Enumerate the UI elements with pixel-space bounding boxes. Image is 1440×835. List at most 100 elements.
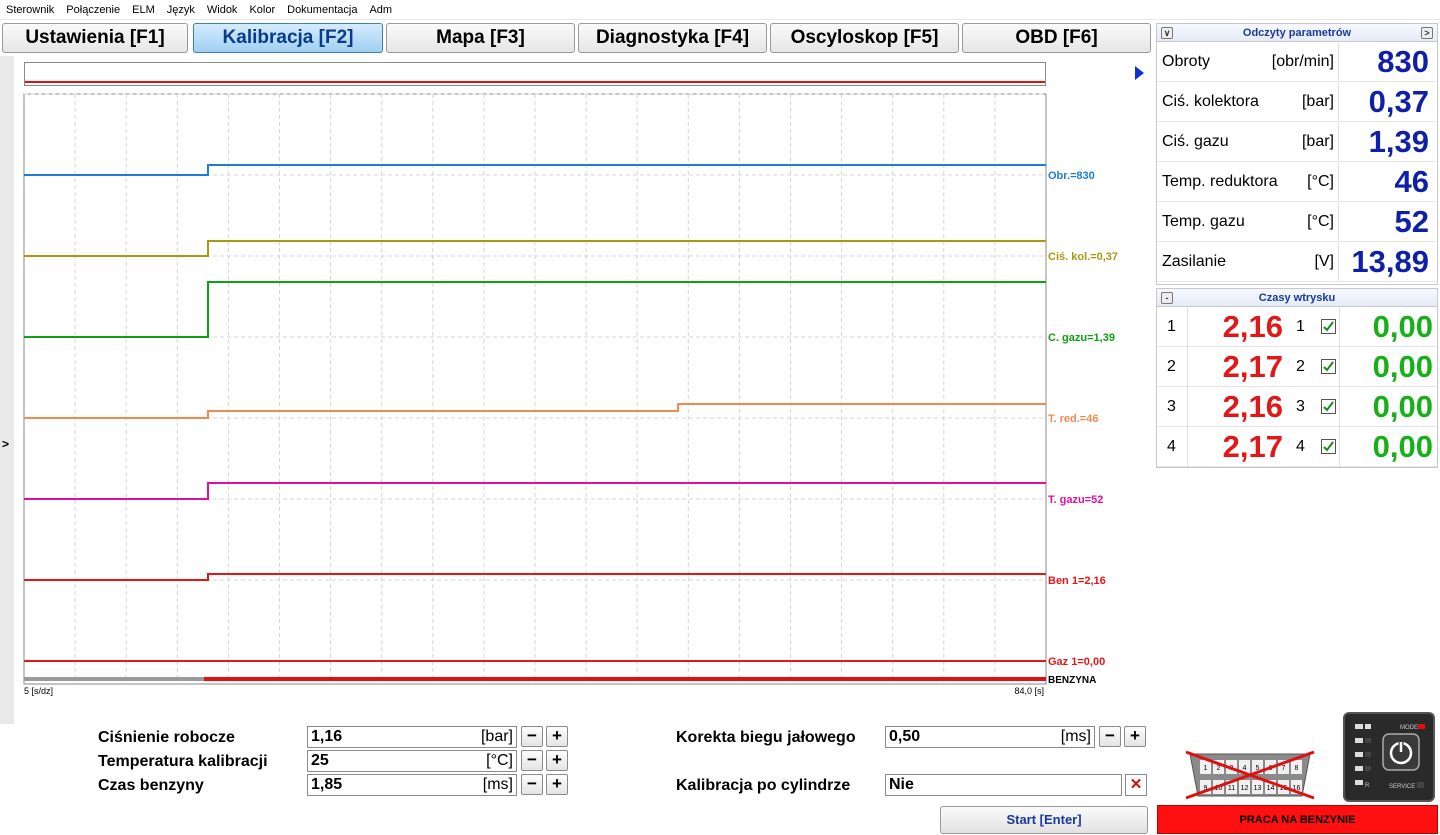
obd-pin-label: 8	[1295, 765, 1299, 772]
gas-injection-time: 0,00	[1339, 307, 1433, 347]
working-pressure-plus-button[interactable]: +	[546, 726, 568, 747]
calibration-temp-plus-button[interactable]: +	[546, 750, 568, 771]
switch-service-label: SERVICE	[1389, 784, 1415, 790]
idle-correction-minus-button[interactable]: −	[1099, 726, 1121, 747]
param-unit: [bar]	[1301, 133, 1334, 150]
param-label: Ciś. kolektora	[1162, 93, 1259, 110]
collapse-icon[interactable]: ∨	[1161, 27, 1173, 39]
series-label: Obr.=830	[1048, 170, 1095, 182]
petrol-injector-number: 2	[1167, 358, 1176, 375]
series-label: T. red.=46	[1048, 413, 1098, 425]
obd-pin-label: 12	[1241, 785, 1249, 792]
clear-icon[interactable]: ✕	[1125, 774, 1147, 796]
series-label: C. gazu=1,39	[1048, 332, 1115, 344]
param-unit: [V]	[1314, 253, 1334, 270]
gas-injection-time: 0,00	[1339, 387, 1433, 427]
obd-pin-label: 2	[1217, 765, 1221, 772]
calibration-temp-label: Temperatura kalibracji	[98, 753, 268, 770]
petrol-time-field[interactable]: 1,85 [ms]	[307, 774, 517, 796]
param-unit: [obr/min]	[1271, 53, 1334, 70]
obd-pin-label: 11	[1228, 785, 1235, 792]
mode-bar-idle	[24, 677, 204, 681]
injector-enable-checkbox[interactable]	[1321, 359, 1336, 374]
idle-correction-plus-button[interactable]: +	[1124, 726, 1146, 747]
idle-correction-label: Korekta biegu jałowego	[676, 729, 856, 746]
param-value: 52	[1338, 203, 1437, 241]
petrol-injection-time: 2,17	[1187, 347, 1283, 387]
series-label: Gaz 1=0,00	[1048, 656, 1105, 668]
series-label: T. gazu=52	[1048, 494, 1103, 506]
x-scale-label: 5 [s/dz]	[24, 686, 53, 696]
param-row: Ciś. gazu [bar] 1,39	[1157, 122, 1437, 162]
obd-pin-label: 7	[1282, 765, 1286, 772]
working-pressure-label: Ciśnienie robocze	[98, 729, 235, 746]
injection-row: 2 2,17 2 0,00	[1157, 347, 1437, 387]
cylinder-calibration-label: Kalibracja po cylindrze	[676, 777, 851, 794]
petrol-time-plus-button[interactable]: +	[546, 774, 568, 795]
injection-title: Czasy wtrysku	[1258, 292, 1336, 304]
idle-correction-field[interactable]: 0,50 [ms]	[885, 726, 1095, 748]
injector-enable-checkbox[interactable]	[1321, 439, 1336, 454]
param-label: Zasilanie	[1162, 253, 1227, 270]
petrol-injection-time: 2,16	[1187, 307, 1283, 347]
gas-injector-number: 4	[1296, 438, 1305, 455]
injection-row: 1 2,16 1 0,00	[1157, 307, 1437, 347]
status-bar: PRACA NA BENZYNIE	[1157, 805, 1438, 834]
petrol-injector-number: 1	[1167, 318, 1176, 335]
parameters-title: Odczyty parametrów	[1242, 27, 1352, 39]
injector-enable-checkbox[interactable]	[1321, 399, 1336, 414]
switch-r-label: R	[1365, 783, 1370, 789]
petrol-injector-number: 3	[1167, 398, 1176, 415]
calibration-temp-minus-button[interactable]: −	[521, 750, 543, 771]
start-button[interactable]: Start [Enter]	[940, 806, 1148, 834]
working-pressure-minus-button[interactable]: −	[521, 726, 543, 747]
petrol-injection-time: 2,16	[1187, 387, 1283, 427]
param-row: Zasilanie [V] 13,89	[1157, 242, 1437, 282]
obd-pin-label: 13	[1254, 785, 1262, 792]
param-value: 13,89	[1338, 243, 1437, 281]
param-value: 46	[1338, 163, 1437, 201]
parameters-header: ∨ Odczyty parametrów >	[1157, 24, 1437, 42]
oscilloscope-chart: Obr.=830 Ciś. kol.=0,37 C. gazu=1,39 T. red…	[23, 93, 1118, 696]
gas-injector-number: 3	[1296, 398, 1305, 415]
working-pressure-field[interactable]: 1,16 [bar]	[307, 726, 517, 748]
param-value: 1,39	[1338, 123, 1437, 161]
calibration-temp-field[interactable]: 25 [°C]	[307, 750, 517, 772]
param-value: 0,37	[1338, 83, 1437, 121]
param-row: Obroty [obr/min] 830	[1157, 42, 1437, 82]
mode-bar-active	[204, 677, 1046, 681]
minimize-icon[interactable]: -	[1161, 292, 1173, 304]
petrol-injection-time: 2,17	[1187, 427, 1283, 467]
param-label: Obroty	[1162, 53, 1211, 70]
obd-pin-label: 14	[1267, 785, 1275, 792]
param-row: Ciś. kolektora [bar] 0,37	[1157, 82, 1437, 122]
obd-pin-label: 1	[1204, 765, 1208, 772]
injection-header: - Czasy wtrysku	[1157, 289, 1437, 307]
petrol-injector-number: 4	[1167, 438, 1176, 455]
switch-mode-label: MODE	[1400, 725, 1418, 731]
param-unit: [°C]	[1307, 173, 1334, 190]
series-label: Ben 1=2,16	[1048, 575, 1106, 587]
petrol-time-minus-button[interactable]: −	[521, 774, 543, 795]
gas-switch-panel[interactable]: R MODE SERVICE	[1343, 712, 1435, 802]
param-label: Temp. gazu	[1162, 213, 1245, 230]
chart-labels: Obr.=830 Ciś. kol.=0,37 C. gazu=1,39 T. red…	[1048, 170, 1118, 668]
gas-injector-number: 1	[1296, 318, 1305, 335]
gas-injector-number: 2	[1296, 358, 1305, 375]
petrol-time-label: Czas benzyny	[98, 777, 204, 794]
param-label: Ciś. gazu	[1162, 133, 1229, 150]
param-row: Temp. reduktora [°C] 46	[1157, 162, 1437, 202]
x-end-label: 84,0 [s]	[1014, 686, 1044, 696]
param-value: 830	[1338, 43, 1437, 81]
param-row: Temp. gazu [°C] 52	[1157, 202, 1437, 242]
gas-injection-time: 0,00	[1339, 427, 1433, 467]
injection-row: 3 2,16 3 0,00	[1157, 387, 1437, 427]
injector-enable-checkbox[interactable]	[1321, 319, 1336, 334]
next-icon[interactable]: >	[1421, 27, 1433, 39]
series-label: Ciś. kol.=0,37	[1048, 251, 1118, 263]
mode-label: BENZYNA	[1048, 675, 1096, 686]
injection-panel: - Czasy wtrysku 1 2,16 1 0,00 2 2,17 2 0,00 3 2,1…	[1156, 288, 1438, 468]
cylinder-calibration-select[interactable]: Nie	[885, 774, 1122, 796]
param-unit: [bar]	[1301, 93, 1334, 110]
param-unit: [°C]	[1307, 213, 1334, 230]
